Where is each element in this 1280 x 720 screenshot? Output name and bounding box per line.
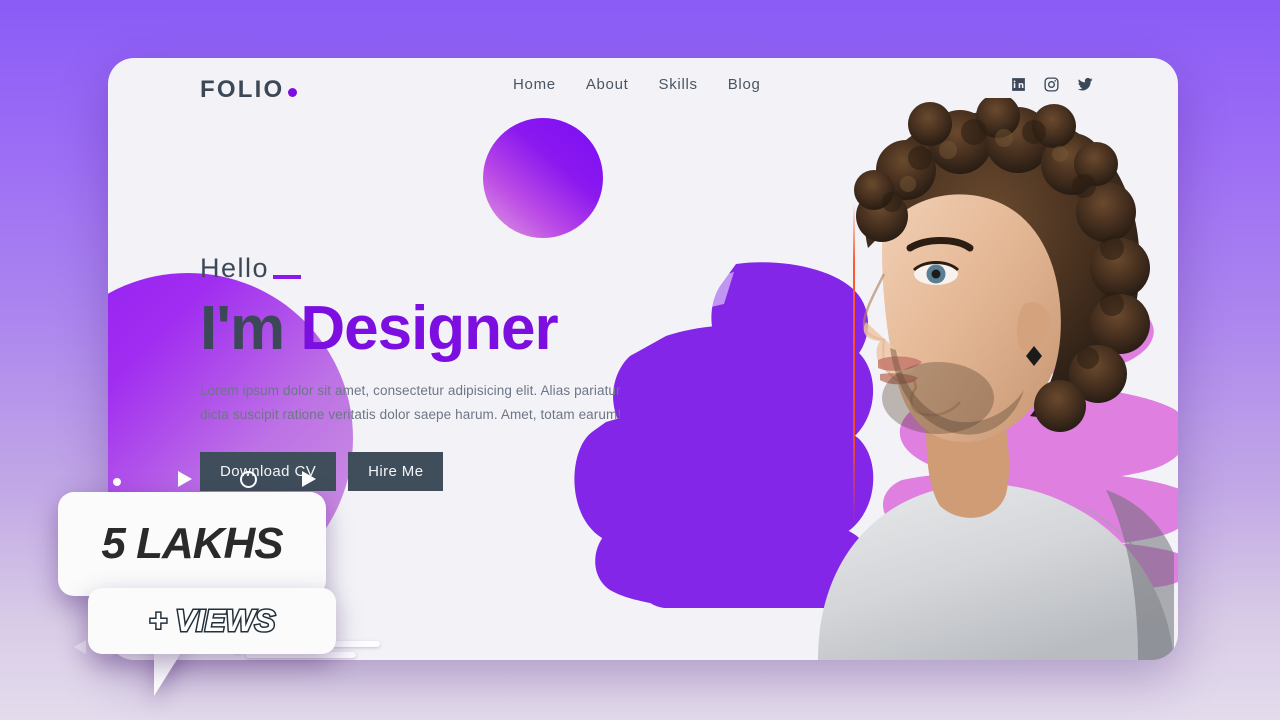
deco-dot-icon: [113, 478, 121, 486]
badge-triangle-icon: [74, 640, 86, 654]
badge-count-bubble: 5 LAKHS: [58, 492, 326, 596]
main-nav: Home About Skills Blog: [513, 76, 761, 93]
badge-views-text: + VIEWS: [147, 602, 277, 640]
twitter-icon[interactable]: [1076, 75, 1094, 93]
nav-item-about[interactable]: About: [586, 76, 629, 93]
red-accent-line: [853, 203, 855, 523]
deco-triangle-icon: [178, 471, 192, 487]
portrait-photo: [818, 98, 1174, 660]
badge-count-text: 5 LAKHS: [101, 519, 283, 568]
deco-ring-icon: [240, 471, 257, 488]
hero-description: Lorem ipsum dolor sit amet, consectetur …: [200, 383, 622, 422]
hire-me-button[interactable]: Hire Me: [348, 452, 444, 492]
deco-triangle-icon: [302, 471, 316, 487]
headline-accent-part: Designer: [300, 294, 558, 363]
hero-greeting-text: Hello: [200, 253, 270, 283]
logo[interactable]: FOLIO: [200, 76, 298, 104]
logo-text: FOLIO: [200, 76, 285, 103]
badge-views-bubble: + VIEWS: [88, 588, 336, 654]
site-header: FOLIO Home About Skills Blog: [108, 58, 1178, 120]
social-links: [1010, 75, 1094, 93]
logo-dot-icon: [288, 88, 298, 97]
page-title: I'm Designer: [200, 296, 720, 361]
headline-dark-part: I'm: [200, 294, 285, 363]
nav-item-home[interactable]: Home: [513, 76, 556, 93]
nav-item-skills[interactable]: Skills: [659, 76, 698, 93]
linkedin-icon[interactable]: [1010, 76, 1027, 93]
nav-item-blog[interactable]: Blog: [728, 76, 761, 93]
instagram-icon[interactable]: [1043, 76, 1060, 93]
greeting-underline: [273, 275, 302, 279]
views-badge: 5 LAKHS + VIEWS: [36, 492, 336, 696]
gradient-circle-decoration: [483, 118, 603, 238]
hero-section: Hello I'm Designer Lorem ipsum dolor sit…: [200, 253, 720, 492]
hero-actions: Download CV Hire Me: [200, 452, 720, 492]
hero-greeting: Hello: [200, 253, 720, 284]
